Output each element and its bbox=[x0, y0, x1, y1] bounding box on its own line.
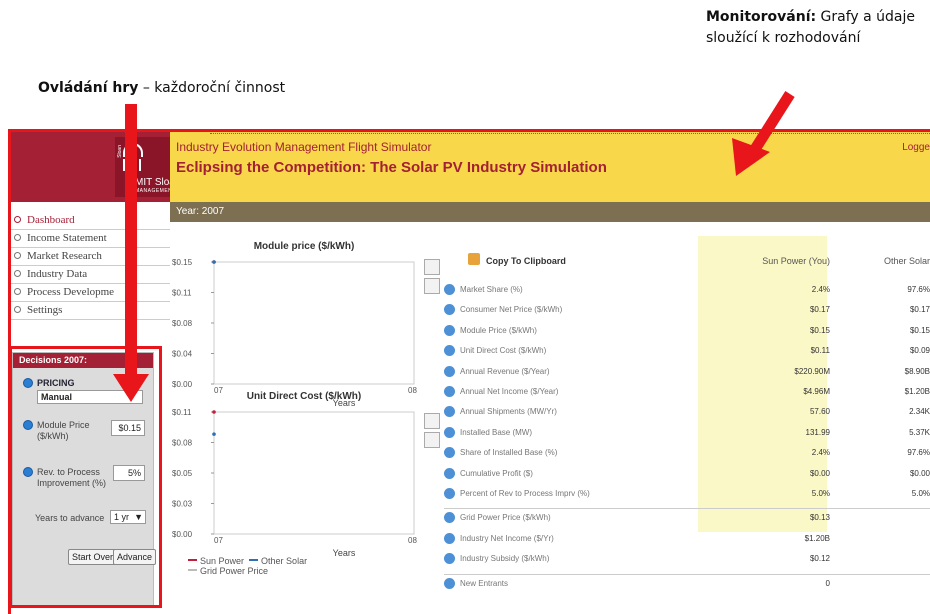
annotation-right-bold: Monitorování: bbox=[706, 9, 817, 25]
arrow-down-shaft bbox=[125, 104, 137, 376]
annotation-left-rest: – každoroční činnost bbox=[138, 80, 286, 96]
annotation-game-controls: Ovládání hry – každoroční činnost bbox=[38, 78, 285, 99]
annotation-left-bold: Ovládání hry bbox=[38, 80, 139, 96]
arrow-diagonal-shaft bbox=[747, 91, 795, 157]
annotation-monitoring: Monitorování: Grafy a údaje sloužící k r… bbox=[706, 7, 921, 49]
arrow-diagonal bbox=[732, 91, 795, 176]
arrow-down-head bbox=[113, 374, 149, 402]
